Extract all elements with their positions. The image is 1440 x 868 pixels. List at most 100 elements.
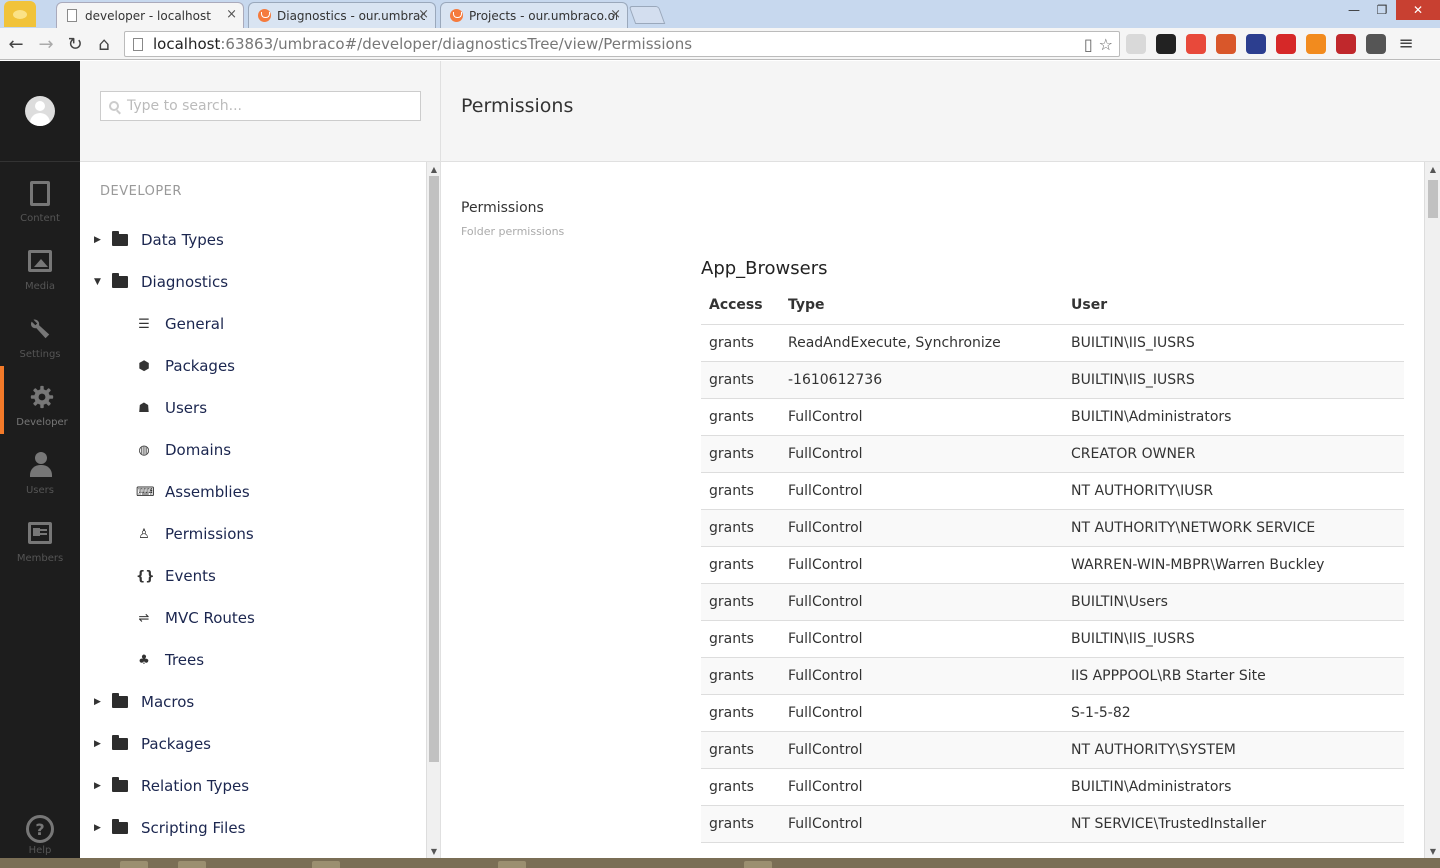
url-host: localhost (153, 35, 221, 53)
tree-item-diagnostics[interactable]: ▼ Diagnostics (94, 261, 228, 303)
table-row: grants FullControl CREATOR OWNER (701, 435, 1404, 473)
extension-icon[interactable] (1276, 34, 1296, 54)
taskbar-item[interactable] (744, 861, 772, 868)
caret-right-icon[interactable]: ▶ (94, 235, 112, 245)
cell-access: grants (701, 731, 780, 769)
tree-item-assemblies[interactable]: ⌨ Assemblies (136, 471, 250, 513)
tree-item-trees[interactable]: ♣ Trees (136, 639, 204, 681)
extension-icon[interactable] (1336, 34, 1356, 54)
tree-header: Type to search... (80, 61, 440, 162)
folder-icon (112, 231, 128, 246)
extension-icon[interactable] (1246, 34, 1266, 54)
cell-type: FullControl (780, 435, 1063, 473)
forward-button[interactable]: → (34, 32, 58, 56)
editor-scrollbar[interactable]: ▲ ▼ (1424, 162, 1440, 858)
search-placeholder: Type to search... (127, 98, 242, 114)
cell-access: grants (701, 324, 780, 362)
cell-user: WARREN-WIN-MBPR\Warren Buckley (1063, 546, 1404, 584)
tree-search-input[interactable]: Type to search... (100, 91, 421, 121)
extension-icon[interactable] (1306, 34, 1326, 54)
home-button[interactable]: ⌂ (92, 32, 116, 56)
cell-type: FullControl (780, 546, 1063, 584)
address-bar[interactable]: localhost:63863/umbraco#/developer/diagn… (124, 31, 1120, 57)
scroll-down-icon[interactable]: ▼ (427, 844, 441, 858)
tree-item-label: Domains (165, 441, 232, 459)
user-avatar-area (0, 61, 80, 162)
tree-item-packages[interactable]: ▶ Packages (94, 723, 211, 765)
section-content[interactable]: Content (0, 162, 80, 230)
browser-menu-icon[interactable]: ≡ (1396, 34, 1416, 54)
section-developer[interactable]: Developer (0, 366, 80, 434)
tab-close-icon[interactable]: × (610, 7, 621, 22)
back-button[interactable]: ← (4, 32, 28, 56)
caret-right-icon[interactable]: ▶ (94, 823, 112, 833)
help-label: Help (28, 845, 52, 856)
tree-item-macros[interactable]: ▶ Macros (94, 681, 194, 723)
caret-right-icon[interactable]: ▶ (94, 781, 112, 791)
maximize-button[interactable]: ❐ (1368, 0, 1396, 20)
tree-item-data-types[interactable]: ▶ Data Types (94, 219, 224, 261)
tab-diagnostics[interactable]: Diagnostics - our.umbrac × (248, 2, 436, 28)
tree-item-packages-diag[interactable]: ⬢ Packages (136, 345, 235, 387)
tree-item-relation-types[interactable]: ▶ Relation Types (94, 765, 249, 807)
keyboard-icon: ⌨ (136, 484, 155, 500)
cell-type: FullControl (780, 509, 1063, 547)
scrollbar-thumb[interactable] (1428, 180, 1438, 218)
extension-gear-icon[interactable] (1156, 34, 1176, 54)
extension-recycle-icon[interactable] (1366, 34, 1386, 54)
tab-projects[interactable]: Projects - our.umbraco.or × (440, 2, 628, 28)
image-icon (28, 248, 52, 274)
scroll-up-icon[interactable]: ▲ (427, 162, 441, 176)
bookmark-star-icon[interactable]: ☆ (1099, 35, 1113, 54)
avatar[interactable] (25, 96, 55, 126)
page-icon (67, 9, 77, 22)
tree-item-domains[interactable]: ◍ Domains (136, 429, 231, 471)
close-window-button[interactable]: ✕ (1396, 0, 1440, 20)
cell-type: FullControl (780, 731, 1063, 769)
minimize-button[interactable]: — (1340, 0, 1368, 20)
tree-item-label: Packages (141, 735, 211, 753)
tree-item-permissions[interactable]: ♙ Permissions (136, 513, 254, 555)
folder-icon (112, 735, 128, 750)
extension-icon[interactable] (1216, 34, 1236, 54)
section-settings[interactable]: Settings (0, 298, 80, 366)
extension-icon[interactable] (1126, 34, 1146, 54)
taskbar-item[interactable] (498, 861, 526, 868)
section-users[interactable]: Users (0, 434, 80, 502)
taskbar-item[interactable] (120, 861, 148, 868)
scrollbar-thumb[interactable] (429, 176, 439, 762)
tab-close-icon[interactable]: × (226, 7, 237, 22)
person-icon: ♙ (138, 526, 150, 542)
help-button[interactable]: ? Help (0, 815, 80, 856)
reader-icon[interactable]: ▯ (1084, 35, 1093, 54)
caret-right-icon[interactable]: ▶ (94, 697, 112, 707)
user-icon (28, 452, 52, 478)
tree-item-general[interactable]: ☰ General (136, 303, 224, 345)
tree-scrollbar[interactable]: ▲ ▼ (426, 162, 440, 858)
tree-item-label: Users (165, 399, 208, 417)
browser-profile-icon[interactable] (4, 1, 36, 27)
cell-type: FullControl (780, 694, 1063, 732)
tree-item-scripting-files[interactable]: ▶ Scripting Files (94, 807, 245, 849)
taskbar-item[interactable] (178, 861, 206, 868)
reload-button[interactable]: ↻ (63, 32, 87, 56)
new-tab-button[interactable] (628, 6, 666, 24)
tree-item-events[interactable]: {} Events (136, 555, 216, 597)
caret-right-icon[interactable]: ▶ (94, 739, 112, 749)
tree-item-mvc-routes[interactable]: ⇌ MVC Routes (136, 597, 255, 639)
page-title: Permissions (461, 95, 574, 117)
taskbar-item[interactable] (312, 861, 340, 868)
signpost-icon: ⇌ (138, 610, 150, 626)
cell-user: BUILTIN\IIS_IUSRS (1063, 620, 1404, 658)
extension-icon[interactable] (1186, 34, 1206, 54)
tree-item-users[interactable]: ☗ Users (136, 387, 207, 429)
section-media[interactable]: Media (0, 230, 80, 298)
tab-close-icon[interactable]: × (418, 7, 429, 22)
tree-item-label: Relation Types (141, 777, 250, 795)
scroll-up-icon[interactable]: ▲ (1425, 162, 1440, 176)
tab-developer-localhost[interactable]: developer - localhost × (56, 2, 244, 28)
caret-down-icon[interactable]: ▼ (94, 277, 112, 287)
scroll-down-icon[interactable]: ▼ (1425, 844, 1440, 858)
section-members[interactable]: Members (0, 502, 80, 570)
cell-access: grants (701, 398, 780, 436)
